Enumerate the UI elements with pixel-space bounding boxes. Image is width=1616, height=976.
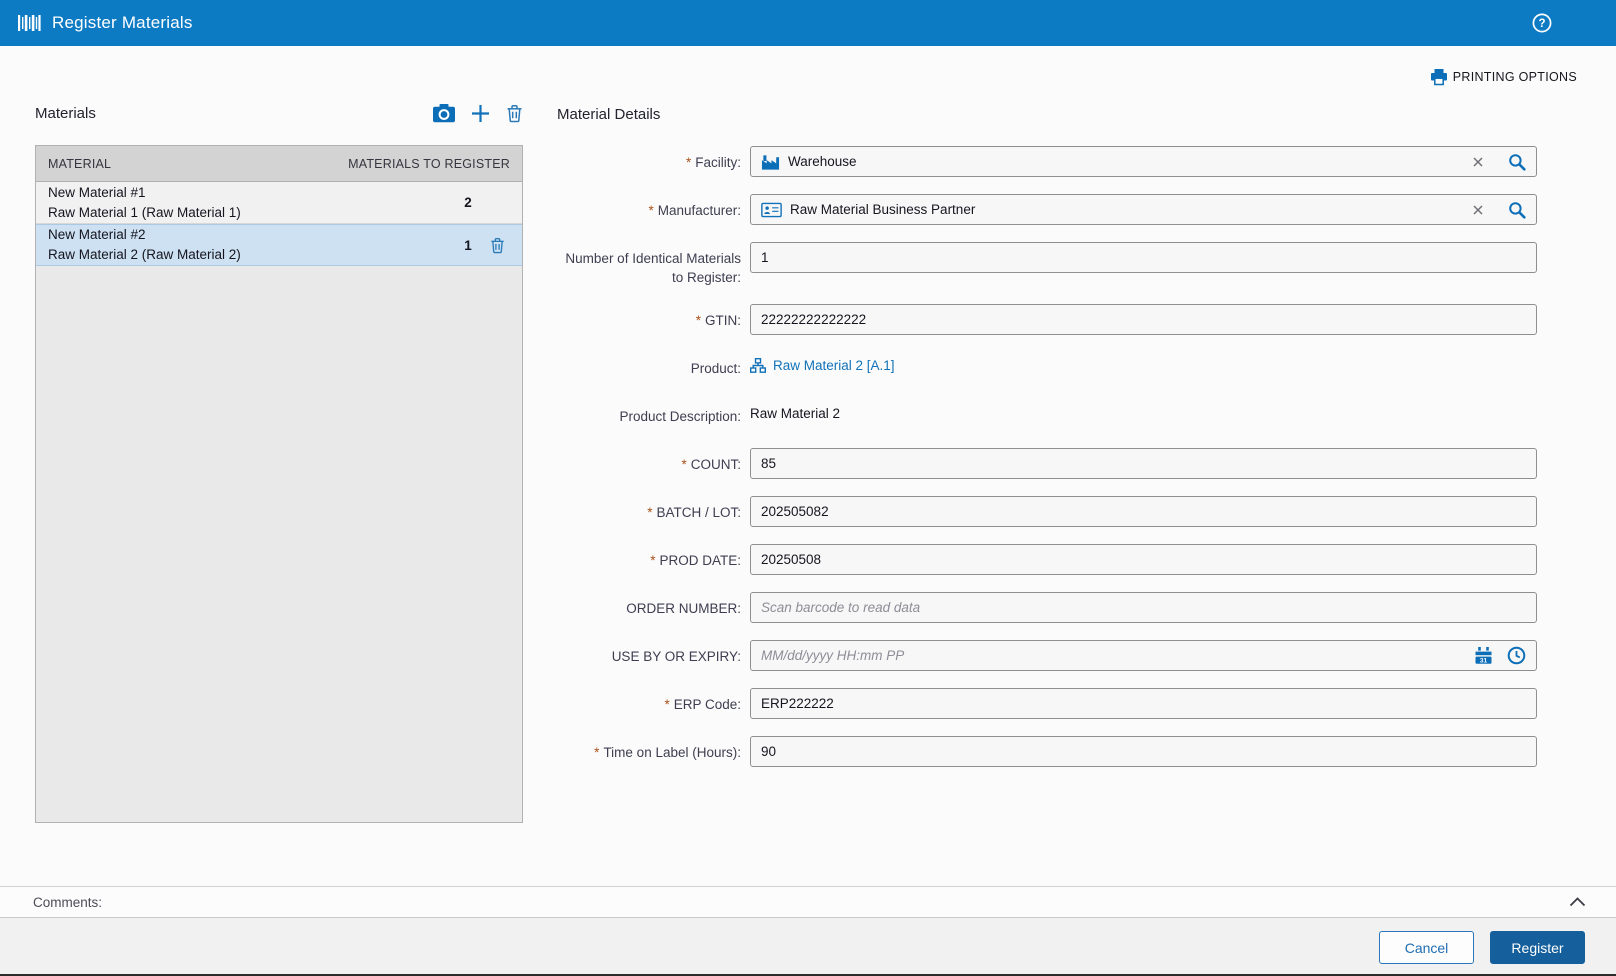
time-on-label-input[interactable] bbox=[750, 736, 1537, 767]
required-marker: * bbox=[594, 745, 600, 760]
camera-icon[interactable] bbox=[433, 103, 455, 123]
clear-manufacturer-icon[interactable] bbox=[1472, 204, 1484, 216]
erp-code-label: ERP Code: bbox=[673, 697, 741, 712]
material-list-item-selected[interactable]: New Material #2 Raw Material 2 (Raw Mate… bbox=[36, 224, 522, 266]
materials-toolbar bbox=[433, 103, 523, 123]
use-by-input[interactable] bbox=[750, 640, 1537, 671]
product-description-row: Product Description: Raw Material 2 bbox=[557, 400, 1537, 431]
comments-bar: Comments: bbox=[0, 886, 1616, 918]
column-material: MATERIAL bbox=[48, 156, 112, 171]
svg-text:31: 31 bbox=[1480, 657, 1488, 664]
material-description: Raw Material 1 (Raw Material 1) bbox=[48, 204, 241, 220]
manufacturer-lookup-field[interactable]: Raw Material Business Partner bbox=[750, 194, 1537, 225]
batch-lot-label: BATCH / LOT: bbox=[656, 505, 741, 520]
clock-icon[interactable] bbox=[1507, 646, 1526, 665]
required-marker: * bbox=[648, 203, 654, 218]
gtin-label: GTIN: bbox=[705, 313, 741, 328]
prod-date-input[interactable] bbox=[750, 544, 1537, 575]
materials-list-header: MATERIAL MATERIALS TO REGISTER bbox=[36, 146, 522, 182]
facility-lookup-field[interactable]: Warehouse bbox=[750, 146, 1537, 177]
materials-panel-header: Materials bbox=[35, 100, 523, 126]
comments-label: Comments: bbox=[33, 894, 103, 910]
gtin-field-row: * GTIN: bbox=[557, 304, 1537, 335]
order-number-input[interactable] bbox=[750, 592, 1537, 623]
count-label: COUNT: bbox=[690, 457, 741, 472]
use-by-label: USE BY OR EXPIRY: bbox=[611, 649, 741, 664]
printing-options-button[interactable]: PRINTING OPTIONS bbox=[1430, 68, 1577, 86]
manufacturer-field-row: * Manufacturer: Raw Material Business Par… bbox=[557, 194, 1537, 225]
required-marker: * bbox=[685, 155, 692, 170]
register-button[interactable]: Register bbox=[1490, 931, 1585, 964]
manufacturer-value: Raw Material Business Partner bbox=[790, 202, 976, 217]
business-partner-card-icon bbox=[761, 202, 782, 218]
facility-field-row: * Facility: Warehouse bbox=[557, 146, 1537, 177]
column-materials-to-register: MATERIALS TO REGISTER bbox=[348, 156, 510, 171]
material-details-title: Material Details bbox=[557, 106, 661, 123]
time-on-label-field-row: * Time on Label (Hours): bbox=[557, 736, 1537, 767]
materials-list: MATERIAL MATERIALS TO REGISTER New Mater… bbox=[35, 145, 523, 823]
count-input[interactable] bbox=[750, 448, 1537, 479]
material-list-item[interactable]: New Material #1 Raw Material 1 (Raw Mate… bbox=[36, 182, 522, 224]
material-list-item-text: New Material #2 Raw Material 2 (Raw Mate… bbox=[48, 225, 241, 265]
chevron-up-icon[interactable] bbox=[1569, 897, 1586, 907]
material-name: New Material #1 bbox=[48, 184, 146, 200]
product-label: Product: bbox=[690, 361, 741, 376]
identical-count-input[interactable] bbox=[750, 242, 1537, 273]
printer-icon bbox=[1430, 68, 1448, 86]
svg-text:?: ? bbox=[1538, 18, 1545, 30]
material-details-panel: Material Details * Facility: Warehouse *… bbox=[557, 106, 1537, 784]
material-description: Raw Material 2 (Raw Material 2) bbox=[48, 247, 241, 262]
page-title: Register Materials bbox=[52, 13, 193, 32]
material-name: New Material #2 bbox=[48, 227, 146, 242]
barcode-icon bbox=[17, 13, 41, 33]
required-marker: * bbox=[650, 553, 656, 568]
material-list-item-text: New Material #1 Raw Material 1 (Raw Mate… bbox=[48, 183, 241, 223]
identical-count-field-row: Number of Identical Materials to Registe… bbox=[557, 242, 1537, 287]
erp-code-input[interactable] bbox=[750, 688, 1537, 719]
prod-date-label: PROD DATE: bbox=[659, 553, 741, 568]
printing-options-label: PRINTING OPTIONS bbox=[1452, 70, 1577, 84]
footer-action-bar: Cancel Register bbox=[0, 918, 1616, 974]
required-marker: * bbox=[681, 457, 687, 472]
help-icon[interactable]: ? bbox=[1531, 12, 1553, 34]
delete-material-icon[interactable] bbox=[506, 104, 523, 123]
gtin-input[interactable] bbox=[750, 304, 1537, 335]
prod-date-field-row: * PROD DATE: bbox=[557, 544, 1537, 575]
delete-row-icon[interactable] bbox=[480, 237, 514, 254]
order-number-field-row: ORDER NUMBER: bbox=[557, 592, 1537, 623]
required-marker: * bbox=[664, 697, 670, 712]
product-description-label: Product Description: bbox=[619, 409, 741, 424]
materials-to-register-count: 2 bbox=[464, 195, 472, 210]
cancel-button[interactable]: Cancel bbox=[1379, 931, 1474, 964]
materials-to-register-count: 1 bbox=[464, 237, 472, 253]
batch-lot-input[interactable] bbox=[750, 496, 1537, 527]
order-number-label: ORDER NUMBER: bbox=[626, 601, 741, 616]
add-material-icon[interactable] bbox=[471, 104, 490, 123]
identical-count-label: Number of Identical Materials to Registe… bbox=[565, 251, 741, 285]
product-row: Product: Raw Material 2 [A.1] bbox=[557, 352, 1537, 383]
manufacturer-label: Manufacturer: bbox=[657, 203, 741, 218]
count-field-row: * COUNT: bbox=[557, 448, 1537, 479]
time-on-label-label: Time on Label (Hours): bbox=[603, 745, 741, 760]
erp-code-field-row: * ERP Code: bbox=[557, 688, 1537, 719]
use-by-field-row: USE BY OR EXPIRY: 31 bbox=[557, 640, 1537, 671]
search-facility-icon[interactable] bbox=[1508, 153, 1526, 171]
title-bar: Register Materials ? bbox=[0, 0, 1616, 46]
materials-panel: Materials MATERIAL MATERIALS TO REGISTER… bbox=[35, 100, 523, 823]
materials-title: Materials bbox=[35, 104, 96, 122]
product-description-value: Raw Material 2 bbox=[750, 406, 841, 421]
search-manufacturer-icon[interactable] bbox=[1508, 201, 1526, 219]
facility-value: Warehouse bbox=[788, 154, 857, 169]
factory-icon bbox=[761, 153, 780, 171]
product-link[interactable]: Raw Material 2 [A.1] bbox=[773, 358, 895, 373]
required-marker: * bbox=[647, 505, 653, 520]
batch-lot-field-row: * BATCH / LOT: bbox=[557, 496, 1537, 527]
facility-label: Facility: bbox=[695, 155, 741, 170]
product-hierarchy-icon bbox=[750, 358, 766, 373]
clear-facility-icon[interactable] bbox=[1472, 156, 1484, 168]
required-marker: * bbox=[695, 313, 701, 328]
calendar-icon[interactable]: 31 bbox=[1475, 647, 1492, 664]
